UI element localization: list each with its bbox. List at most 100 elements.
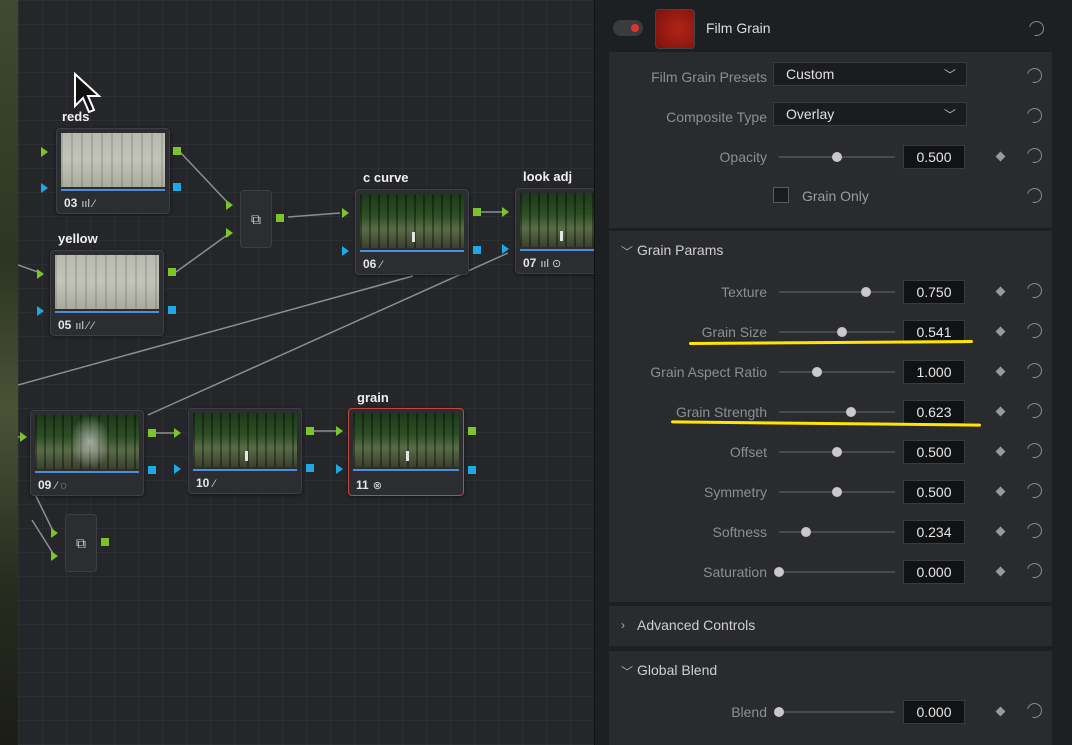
grain-only-reset-icon[interactable] [1024,185,1045,206]
node-11-output-pin[interactable] [468,427,476,435]
grain-aspect-ratio-value[interactable]: 1.000 [903,360,965,384]
presets-dropdown[interactable]: Custom ﹀ [773,62,967,86]
keyframe-icon[interactable] [995,286,1006,297]
grain-aspect-ratio-reset-icon[interactable] [1024,360,1045,381]
grain-only-checkbox[interactable] [773,187,789,203]
node-06-key-input-pin[interactable] [342,246,349,256]
softness-reset-icon[interactable] [1024,520,1045,541]
keyframe-icon[interactable] [995,326,1006,337]
composite-dropdown[interactable]: Overlay ﹀ [773,102,967,126]
grain-strength-slider[interactable] [779,407,895,417]
keyframe-icon[interactable] [995,406,1006,417]
node-07[interactable]: 07 ııl ⊙ [515,188,594,274]
composite-reset-icon[interactable] [1024,105,1045,126]
node-07-key-input-pin[interactable] [502,244,509,254]
node-06[interactable]: 06 ⁄ [355,189,469,275]
blend-slider-knob[interactable] [774,707,784,717]
node-10-key-output-pin[interactable] [306,464,314,472]
node-10-output-pin[interactable] [306,427,314,435]
node-03-key-input-pin[interactable] [41,183,48,193]
node-07-input-pin[interactable] [502,207,509,217]
blend-reset-icon[interactable] [1024,700,1045,721]
symmetry-slider[interactable] [779,487,895,497]
offset-value[interactable]: 0.500 [903,440,965,464]
node-10[interactable]: 10 ⁄ [188,408,302,494]
grain-params-header[interactable]: ﹀ Grain Params [609,230,1052,271]
effect-enable-toggle[interactable] [613,20,643,36]
node-05-key-input-pin[interactable] [37,306,44,316]
mixer2-input-pin-1[interactable] [51,528,58,538]
symmetry-value[interactable]: 0.500 [903,480,965,504]
mixer2-output-pin[interactable] [101,538,109,546]
effect-reset-icon[interactable] [1026,18,1047,39]
node-06-key-output-pin[interactable] [473,246,481,254]
keyframe-icon[interactable] [995,366,1006,377]
node-03[interactable]: 03 ııl ⁄ [56,128,170,214]
grain-size-slider[interactable] [779,327,895,337]
texture-value[interactable]: 0.750 [903,280,965,304]
node-06-input-pin[interactable] [342,208,349,218]
node-09[interactable]: 09 ⁄ ◌ [30,410,144,496]
blend-value[interactable]: 0.000 [903,700,965,724]
opacity-value[interactable]: 0.500 [903,145,965,169]
keyframe-icon[interactable] [995,151,1006,162]
node-11-key-input-pin[interactable] [336,464,343,474]
texture-reset-icon[interactable] [1024,280,1045,301]
node-11-input-pin[interactable] [336,426,343,436]
layer-mixer-node-2[interactable]: ⧉ [65,514,97,572]
node-06-output-pin[interactable] [473,208,481,216]
keyframe-icon[interactable] [995,526,1006,537]
mixer-output-pin[interactable] [276,214,284,222]
mixer2-input-pin-2[interactable] [51,551,58,561]
node-03-input-pin[interactable] [41,147,48,157]
grain-size-reset-icon[interactable] [1024,320,1045,341]
node-03-key-output-pin[interactable] [173,183,181,191]
node-09-key-output-pin[interactable] [148,466,156,474]
global-blend-header[interactable]: ﹀ Global Blend [609,650,1052,691]
opacity-slider-knob[interactable] [832,152,842,162]
keyframe-icon[interactable] [995,486,1006,497]
grain-strength-value[interactable]: 0.623 [903,400,965,424]
node-09-input-pin[interactable] [20,432,27,442]
symmetry-reset-icon[interactable] [1024,480,1045,501]
advanced-controls-header[interactable]: › Advanced Controls [609,605,1052,646]
offset-slider[interactable] [779,447,895,457]
grain-strength-slider-knob[interactable] [846,407,857,417]
node-09-output-pin[interactable] [148,429,156,437]
saturation-reset-icon[interactable] [1024,560,1045,581]
node-03-output-pin[interactable] [173,147,181,155]
node-editor[interactable]: reds 03 ııl ⁄ yellow 05 ııl ⁄ ⁄ ⧉ c curve … [18,0,594,745]
opacity-slider[interactable] [779,152,895,162]
grain-size-slider-knob[interactable] [836,327,847,337]
node-05-input-pin[interactable] [37,269,44,279]
softness-value[interactable]: 0.234 [903,520,965,544]
node-05-key-output-pin[interactable] [168,306,176,314]
symmetry-slider-knob[interactable] [832,487,842,497]
keyframe-icon[interactable] [995,446,1006,457]
presets-reset-icon[interactable] [1024,65,1045,86]
grain-aspect-ratio-slider[interactable] [779,367,895,377]
node-10-input-pin[interactable] [174,428,181,438]
node-11-key-output-pin[interactable] [468,466,476,474]
node-10-key-input-pin[interactable] [174,464,181,474]
node-05-output-pin[interactable] [168,268,176,276]
node-05[interactable]: 05 ııl ⁄ ⁄ [50,250,164,336]
softness-slider[interactable] [779,527,895,537]
node-11[interactable]: 11 ⊗ [348,408,464,496]
opacity-reset-icon[interactable] [1024,145,1045,166]
blend-slider[interactable] [774,707,895,717]
saturation-slider-knob[interactable] [774,567,784,577]
layer-mixer-node[interactable]: ⧉ [240,190,272,248]
mixer-input-pin-2[interactable] [226,228,233,238]
keyframe-icon[interactable] [995,566,1006,577]
grain-aspect-ratio-slider-knob[interactable] [812,367,823,377]
keyframe-icon[interactable] [995,706,1006,717]
texture-slider-knob[interactable] [861,287,871,297]
grain-strength-reset-icon[interactable] [1024,400,1045,421]
saturation-slider[interactable] [774,567,895,577]
offset-reset-icon[interactable] [1024,440,1045,461]
softness-slider-knob[interactable] [801,527,812,537]
saturation-value[interactable]: 0.000 [903,560,965,584]
mixer-input-pin-1[interactable] [226,200,233,210]
texture-slider[interactable] [779,287,895,297]
